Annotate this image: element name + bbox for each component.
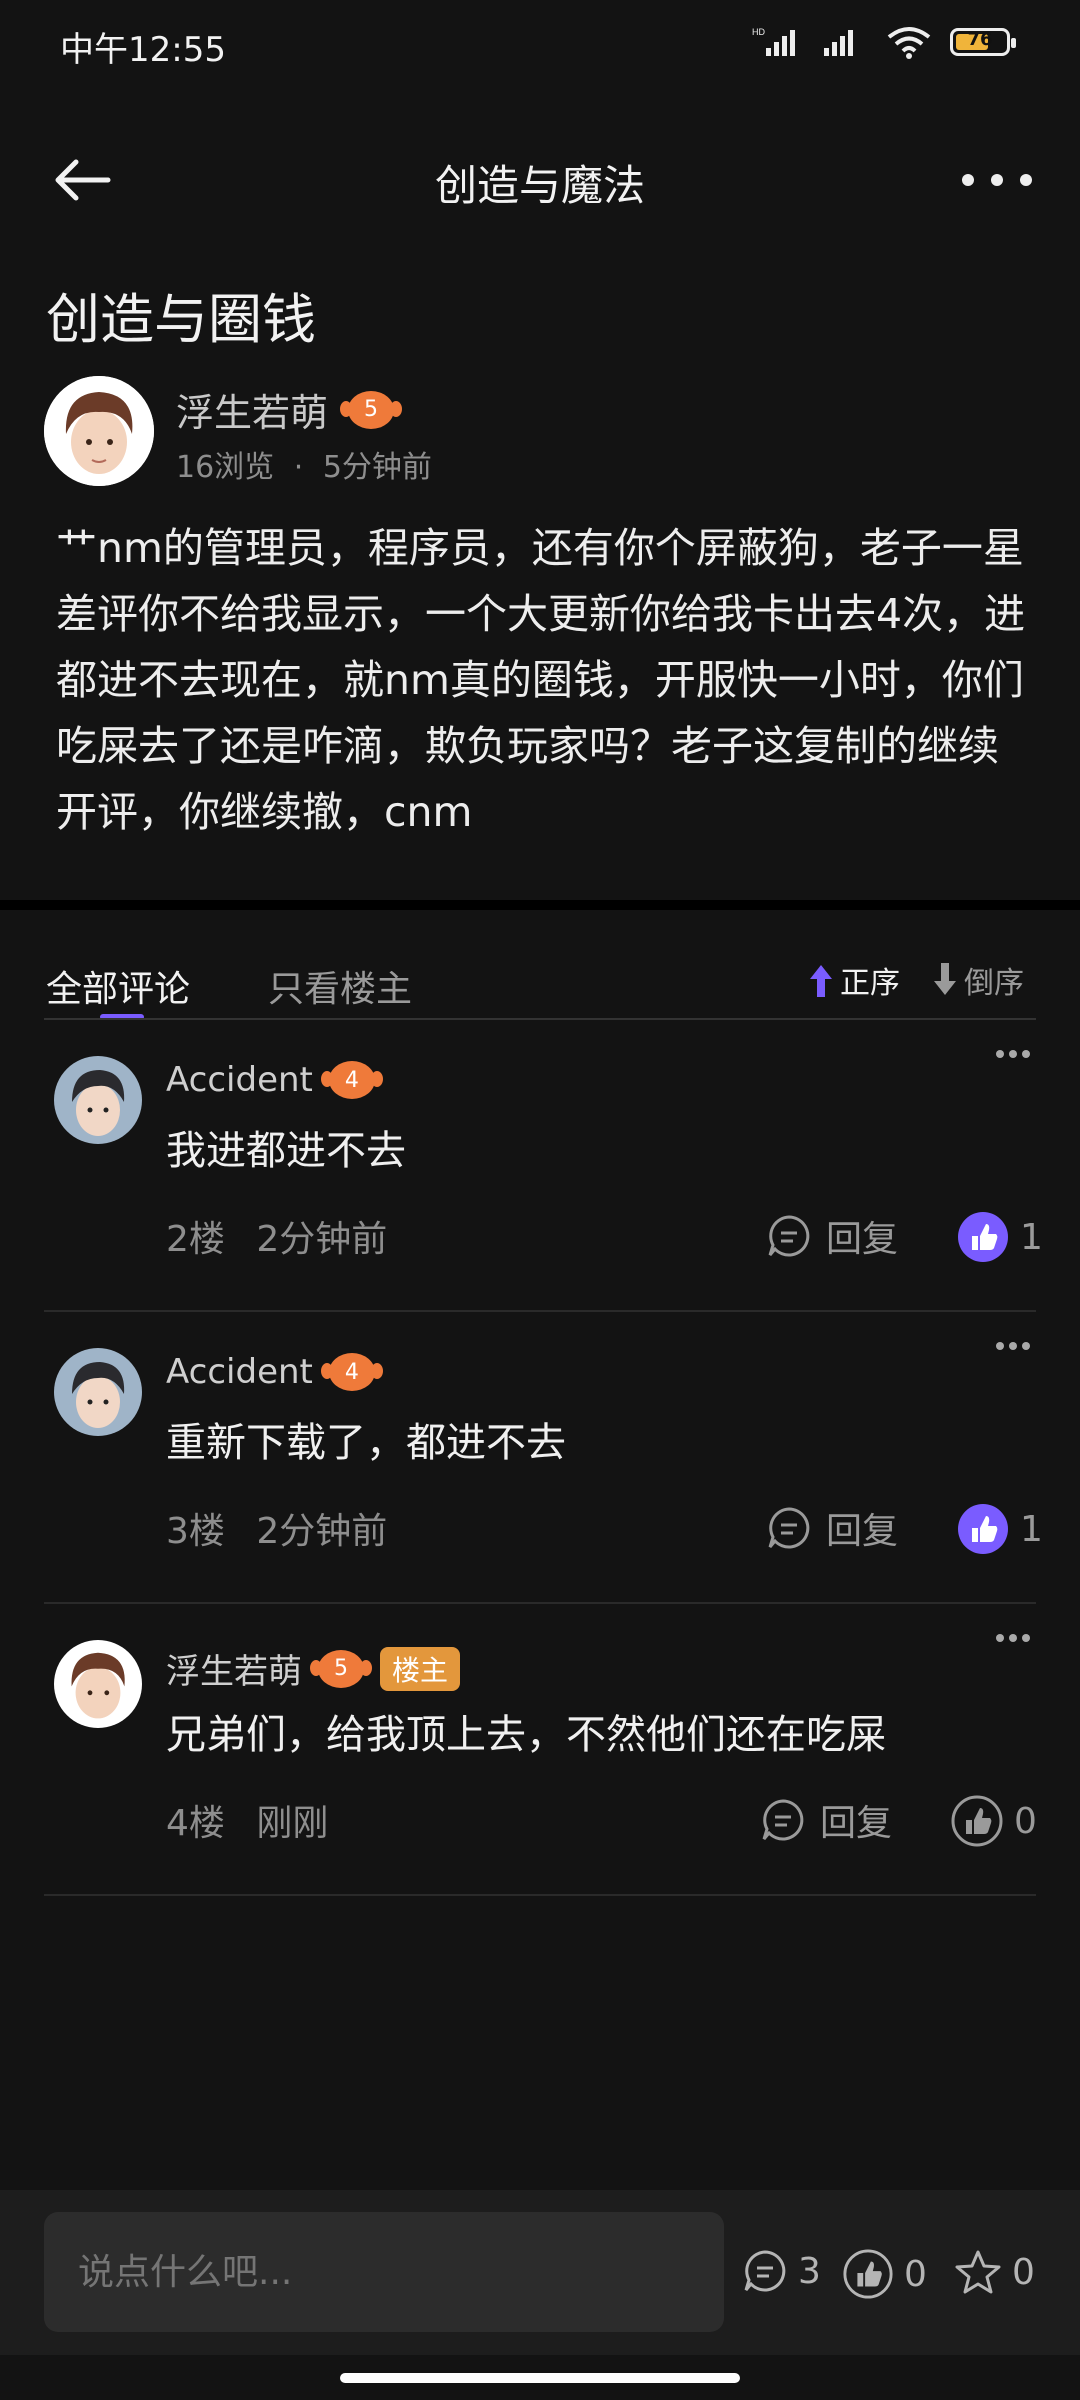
reply-button[interactable]: 回复 [766,1210,898,1262]
arrow-up-icon [810,965,832,997]
comment-floor-time: 3楼 2分钟前 [166,1502,387,1554]
reply-label: 回复 [826,1511,899,1552]
thumbs-up-icon [958,1212,1008,1262]
owner-tag: 楼主 [380,1646,461,1691]
comment-bubble-icon [744,2250,786,2292]
comment-bubble-icon [762,1799,804,1841]
comment-time: 2分钟前 [256,1511,388,1552]
comment-text: 我进都进不去 [166,1128,406,1174]
comment-input[interactable] [44,2212,724,2332]
like-button[interactable]: 1 [956,1210,1043,1264]
commenter-name-row: Accident 4 [166,1352,383,1392]
home-indicator[interactable] [340,2373,740,2383]
dot-icon [991,174,1003,186]
post-meta: 16浏览 · 5分钟前 [176,442,432,486]
comment-time: 刚刚 [256,1803,329,1844]
commenter-avatar[interactable] [54,1348,142,1436]
thumbs-up-icon [951,1795,1003,1847]
comment-item: Accident 4 重新下载了，都进不去 3楼 2分钟前 回复 1 [44,1312,1043,1604]
comment-bubble-icon [768,1507,810,1549]
reply-label: 回复 [826,1219,899,1260]
post-time: 5分钟前 [322,450,432,485]
comment-count-button[interactable]: 3 [742,2248,821,2294]
comment-item: 浮生若萌 5 楼主 兄弟们，给我顶上去，不然他们还在吃屎 4楼 刚刚 回复 0 [44,1604,1037,1896]
author-avatar[interactable] [44,376,154,486]
favorite-count: 0 [1012,2251,1035,2293]
level-badge: 5 [340,390,403,429]
sort-asc-label: 正序 [840,966,900,1001]
favorite-button[interactable]: 0 [954,2248,1035,2296]
reply-button[interactable]: 回复 [766,1502,898,1554]
commenter-name[interactable]: Accident [166,1352,313,1392]
tab-all-comments[interactable]: 全部评论 [46,960,190,1012]
comment-floor: 4楼 [166,1803,225,1844]
comment-more-button[interactable] [996,1050,1030,1060]
battery-icon: 76 [950,28,1016,56]
cellular-signal-icon: HD [752,27,795,56]
comment-floor: 2楼 [166,1219,225,1260]
author-name[interactable]: 浮生若萌 [176,382,328,437]
dot-icon [1020,174,1032,186]
status-icons: HD 76 [752,22,1016,62]
comment-more-button[interactable] [996,1634,1030,1644]
sort-desc-label: 倒序 [964,966,1024,1001]
avatar-image [54,1056,142,1144]
commenter-avatar[interactable] [54,1640,142,1728]
sort-desc-button[interactable]: 倒序 [930,958,1024,1002]
view-count: 16浏览 [176,450,275,485]
commenter-avatar[interactable] [54,1056,142,1144]
commenter-name[interactable]: Accident [166,1060,313,1100]
thumbs-up-icon [843,2249,893,2299]
section-divider [0,900,1080,910]
avatar-image [54,1640,142,1728]
post-body: 艹nm的管理员，程序员，还有你个屏蔽狗，老子一星差评你不给我显示，一个大更新你给… [56,524,1026,836]
cellular-signal-2-icon [824,30,853,56]
comment-text: 重新下载了，都进不去 [166,1420,566,1466]
more-button[interactable] [962,160,1032,200]
arrow-down-icon [934,963,956,995]
comment-bubble-icon [768,1215,810,1257]
author-name-row: 浮生若萌 5 [176,382,403,437]
comment-floor-time: 4楼 刚刚 [166,1794,328,1846]
page-title: 创造与魔法 [434,161,645,210]
wifi-icon [887,27,931,59]
like-count: 1 [1020,1508,1043,1550]
like-count: 0 [1014,1800,1037,1842]
battery-level: 76 [967,29,993,50]
thumbs-up-icon [958,1504,1008,1554]
sort-asc-button[interactable]: 正序 [806,958,900,1002]
star-icon [955,2250,1001,2294]
commenter-name[interactable]: 浮生若萌 [166,1644,302,1693]
status-time: 中午12:55 [60,30,226,70]
level-badge: 4 [320,1061,383,1099]
post-title: 创造与圈钱 [46,288,316,351]
like-button[interactable]: 0 [950,1794,1037,1848]
tab-owner-only[interactable]: 只看楼主 [268,960,412,1012]
comment-divider [44,1894,1036,1896]
meta-separator: · [293,450,304,485]
svg-text:HD: HD [752,27,765,37]
post-like-button[interactable]: 0 [842,2248,927,2300]
level-badge: 5 [310,1649,372,1688]
avatar-image [54,1348,142,1436]
commenter-name-row: Accident 4 [166,1060,383,1100]
comment-time: 2分钟前 [256,1219,388,1260]
like-count: 1 [1020,1216,1043,1258]
like-button[interactable]: 1 [956,1502,1043,1556]
comment-count: 3 [798,2250,821,2292]
comment-more-button[interactable] [996,1342,1030,1352]
dot-icon [962,174,974,186]
avatar-image [44,376,154,486]
comment-text: 兄弟们，给我顶上去，不然他们还在吃屎 [166,1712,886,1758]
reply-label: 回复 [820,1803,893,1844]
post-like-count: 0 [904,2253,927,2295]
commenter-name-row: 浮生若萌 5 楼主 [166,1644,461,1693]
comment-floor: 3楼 [166,1511,225,1552]
reply-button[interactable]: 回复 [760,1794,892,1846]
comment-item: Accident 4 我进都进不去 2楼 2分钟前 回复 1 [44,1020,1043,1312]
level-badge: 4 [320,1353,383,1391]
comment-floor-time: 2楼 2分钟前 [166,1210,387,1262]
